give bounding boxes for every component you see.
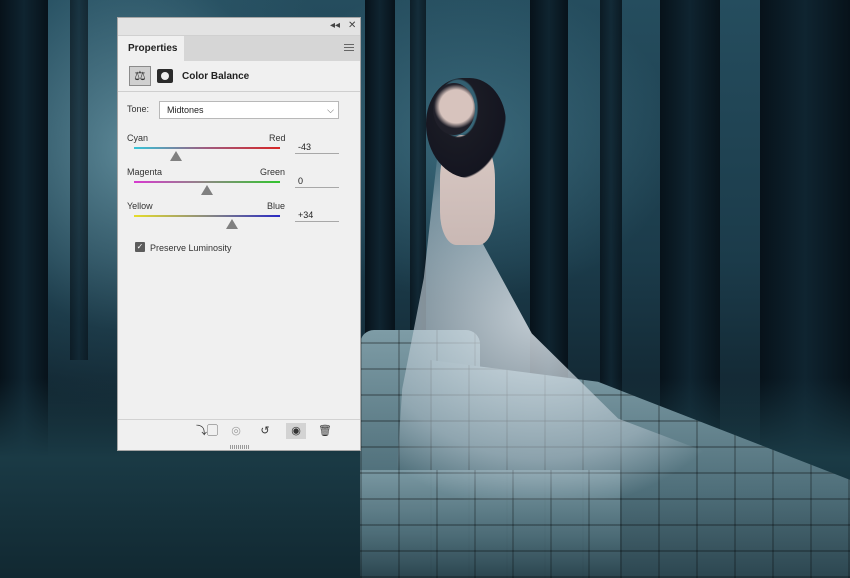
slider-left-label: Magenta [127, 167, 163, 177]
magenta-green-slider-thumb[interactable] [201, 185, 213, 195]
tab-properties[interactable]: Properties [118, 36, 184, 61]
preserve-luminosity-checkbox[interactable]: ✓ [135, 242, 145, 252]
tree-trunk [70, 0, 88, 360]
layer-mask-icon[interactable] [157, 69, 173, 83]
panel-menu-icon[interactable] [344, 44, 354, 52]
preserve-luminosity-label: Preserve Luminosity [150, 243, 232, 253]
balance-scale-icon[interactable]: ⚖ [129, 66, 151, 86]
yellow-blue-slider-thumb[interactable] [225, 219, 238, 229]
clip-to-layer-icon[interactable]: ⤵▢ [196, 423, 218, 439]
panel-footer-toolbar: ⤵▢ ◎ ↺ ◉ 🗑 [118, 419, 360, 442]
close-panel-icon[interactable]: ✕ [348, 19, 356, 33]
cyan-red-value-field[interactable]: -43 [295, 140, 339, 154]
magenta-green-slider-track[interactable] [134, 181, 280, 183]
yellow-blue-value-field[interactable]: +34 [295, 208, 339, 222]
visibility-eye-icon[interactable]: ◉ [286, 423, 306, 439]
magenta-green-value-field[interactable]: 0 [295, 174, 339, 188]
tone-select[interactable]: Midtones ⌵ [159, 101, 339, 119]
panel-tab-row: Properties [118, 36, 360, 61]
yellow-blue-slider-track[interactable] [134, 215, 280, 217]
cyan-red-slider-thumb[interactable] [169, 151, 182, 161]
resize-grip[interactable] [230, 445, 250, 449]
chevron-down-icon: ⌵ [327, 105, 334, 115]
slider-right-label: Green [260, 167, 286, 177]
adjustment-header: ⚖ Color Balance [118, 63, 360, 92]
tree-trunk [600, 0, 622, 430]
tone-select-value: Midtones [167, 105, 204, 115]
adjustment-title: Color Balance [182, 71, 250, 82]
collapse-panel-icon[interactable]: ◂◂ [330, 19, 340, 33]
cyan-red-slider-track[interactable] [134, 147, 280, 149]
slider-left-label: Cyan [127, 133, 149, 143]
properties-panel: ◂◂ ✕ Properties ⚖ Color Balance Tone: Mi… [117, 17, 361, 451]
panel-titlebar[interactable]: ◂◂ ✕ [118, 18, 360, 36]
slider-right-label: Red [269, 133, 286, 143]
slider-left-label: Yellow [127, 201, 153, 211]
trash-icon[interactable]: 🗑 [315, 423, 335, 439]
reset-icon[interactable]: ↺ [255, 423, 275, 439]
slider-right-label: Blue [267, 201, 286, 211]
tone-label: Tone: [127, 104, 150, 114]
figure-head [433, 83, 475, 135]
view-previous-icon[interactable]: ◎ [226, 423, 246, 439]
